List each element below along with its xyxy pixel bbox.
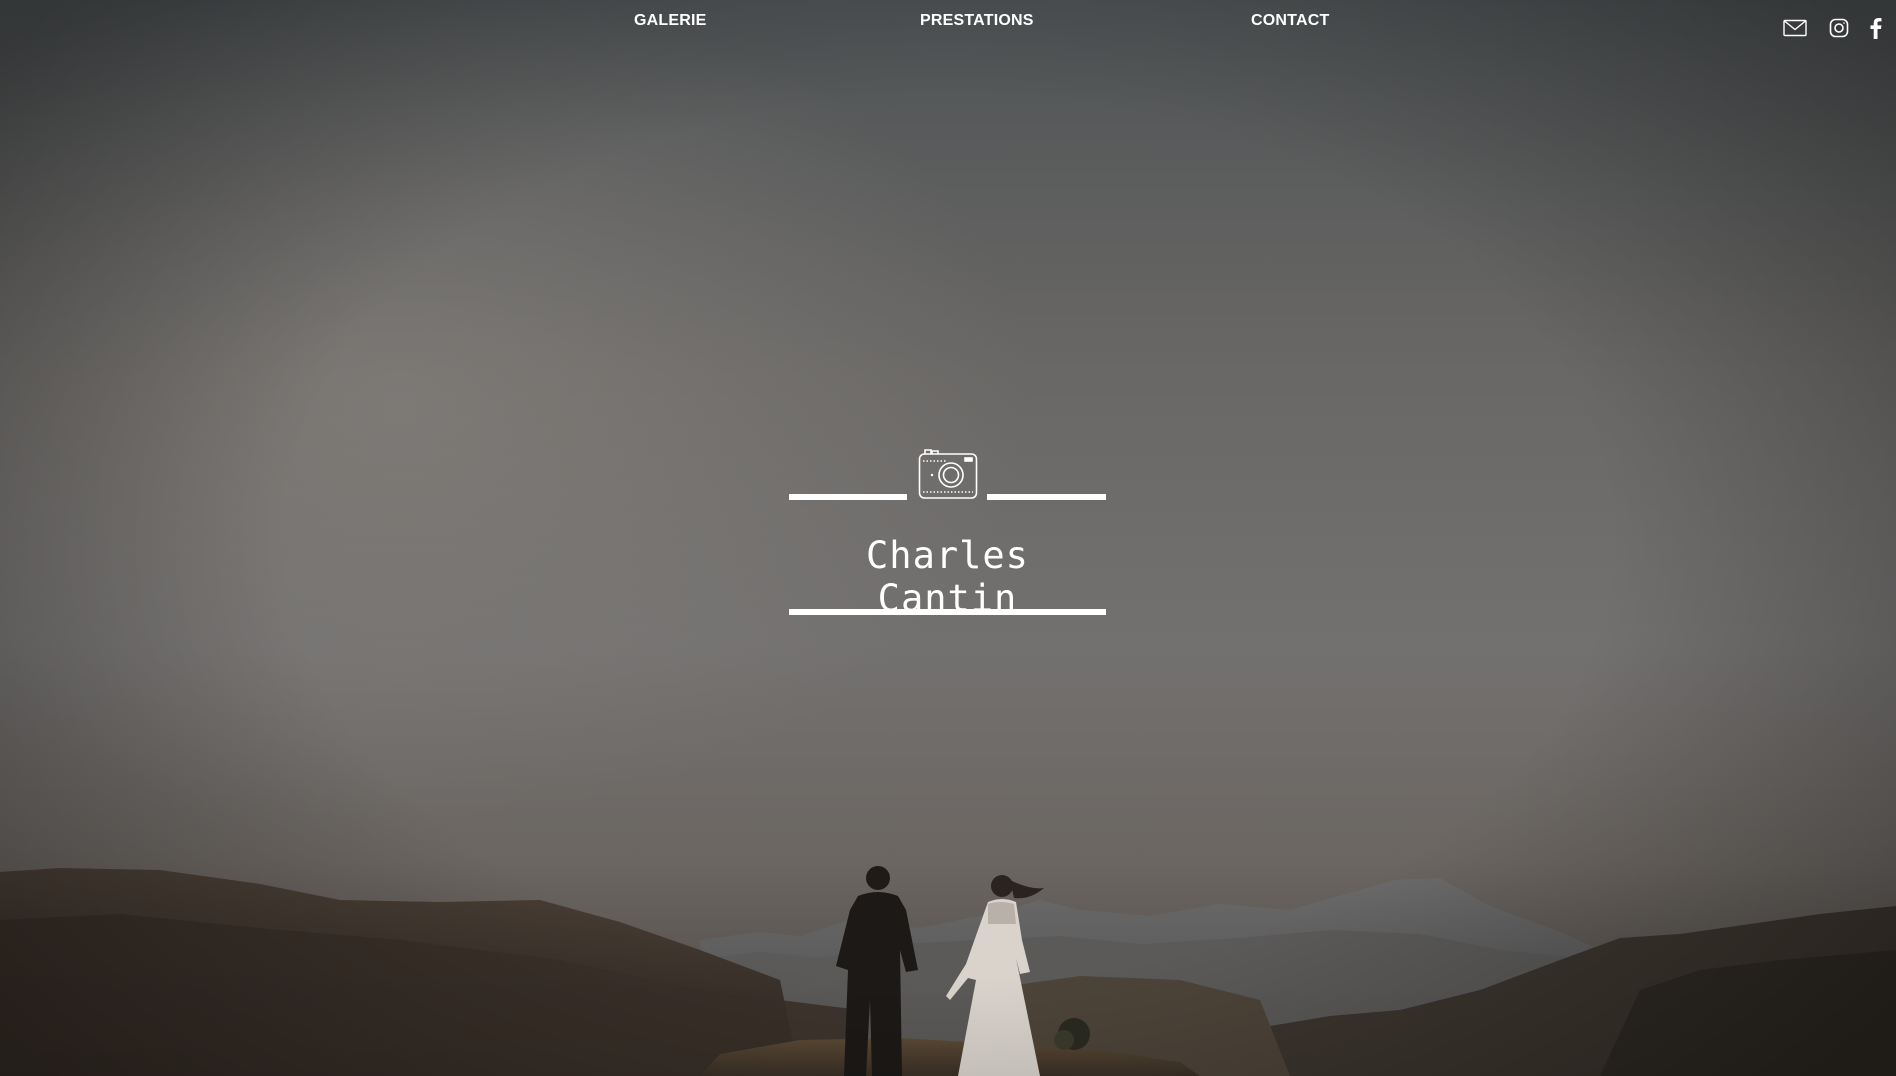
mail-icon[interactable] xyxy=(1782,16,1808,40)
logo-divider-right xyxy=(987,494,1106,500)
instagram-icon[interactable] xyxy=(1828,16,1850,40)
nav-link-contact[interactable]: CONTACT xyxy=(1251,12,1329,30)
main-navigation: GALERIE PRESTATIONS CONTACT xyxy=(0,10,1896,40)
logo-name: Charles Cantin xyxy=(866,534,1029,620)
logo-divider-bottom xyxy=(789,609,1106,615)
hero-background-landscape xyxy=(0,866,1896,1076)
nav-link-galerie[interactable]: GALERIE xyxy=(634,12,707,30)
facebook-icon[interactable] xyxy=(1868,16,1884,40)
hero-section: GALERIE PRESTATIONS CONTACT Charles Cant… xyxy=(0,0,1896,1076)
camera-icon xyxy=(918,449,978,499)
site-logo[interactable]: Charles Cantin xyxy=(789,448,1106,620)
nav-link-prestations[interactable]: PRESTATIONS xyxy=(920,12,1034,30)
logo-divider-left xyxy=(789,494,907,500)
